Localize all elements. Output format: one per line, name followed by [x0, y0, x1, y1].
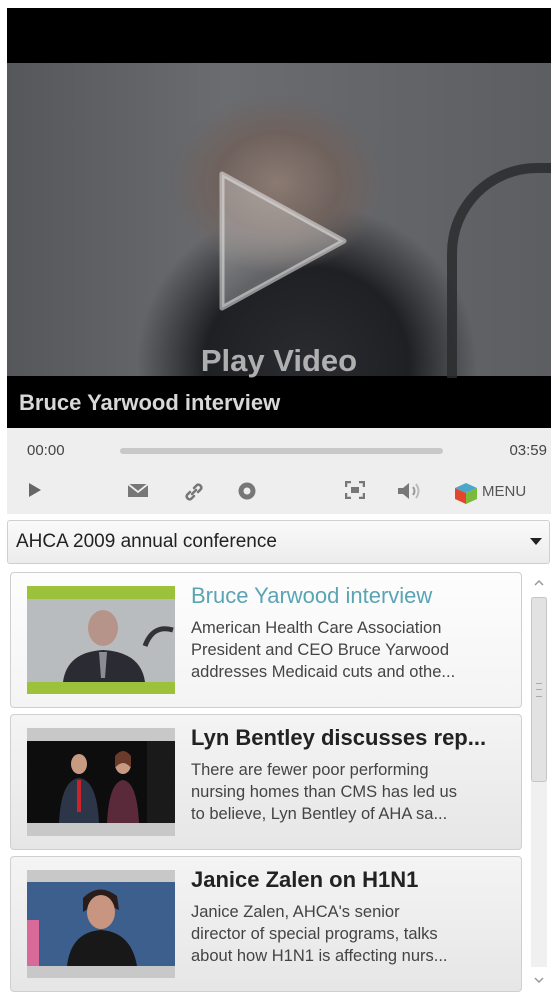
description-line: There are fewer poor performing [191, 761, 429, 779]
progress-bar[interactable] [120, 448, 443, 454]
scroll-grip-icon [536, 683, 542, 697]
description-line: addresses Medicaid cuts and othe... [191, 663, 456, 681]
description-line: Janice Zalen, AHCA's senior [191, 903, 400, 921]
video-title: Bruce Yarwood interview [7, 378, 551, 428]
menu-button[interactable] [453, 481, 479, 505]
thumbnail-image [27, 870, 175, 978]
description-line: nursing homes than CMS has led us [191, 783, 457, 801]
scroll-down-icon[interactable] [534, 977, 544, 983]
playlist-selected-label: AHCA 2009 annual conference [16, 531, 277, 552]
list-item[interactable]: Janice Zalen on H1N1 Janice Zalen, AHCA'… [10, 856, 522, 992]
chevron-down-icon [530, 538, 542, 545]
volume-icon [398, 483, 420, 499]
total-time: 03:59 [509, 442, 547, 459]
thumbnail-image [27, 586, 175, 694]
video-player[interactable]: Play Video Bruce Yarwood interview [7, 8, 551, 428]
video-frame[interactable]: Play Video [7, 63, 551, 403]
menu-cube-icon [455, 483, 477, 504]
play-icon [29, 483, 41, 497]
list-scrollbar[interactable] [527, 572, 549, 992]
video-thumbnail[interactable] [27, 870, 175, 978]
fullscreen-icon [345, 481, 365, 499]
link-button[interactable] [183, 481, 205, 503]
list-item-title[interactable]: Janice Zalen on H1N1 [191, 867, 511, 893]
scroll-up-icon[interactable] [534, 580, 544, 586]
list-item-title[interactable]: Bruce Yarwood interview [191, 583, 511, 609]
menu-label[interactable]: MENU [482, 483, 526, 500]
description-line: director of special programs, talks [191, 925, 438, 943]
scroll-thumb[interactable] [531, 597, 547, 782]
list-item-description: Janice Zalen, AHCA's senior director of … [191, 901, 511, 967]
fullscreen-button[interactable] [345, 481, 365, 499]
video-list: Bruce Yarwood interview American Health … [10, 572, 522, 992]
volume-button[interactable] [397, 481, 423, 501]
list-item-description: American Health Care Association Preside… [191, 617, 511, 683]
video-thumbnail[interactable] [27, 586, 175, 694]
list-item[interactable]: Bruce Yarwood interview American Health … [10, 572, 522, 708]
play-video-icon[interactable] [212, 166, 352, 316]
description-line: about how H1N1 is affecting nurs... [191, 947, 448, 965]
play-button[interactable] [27, 481, 43, 499]
video-thumbnail[interactable] [27, 728, 175, 836]
thumbnail-image [27, 728, 175, 836]
list-item-description: There are fewer poor performing nursing … [191, 759, 511, 825]
link-icon [185, 483, 203, 501]
description-line: American Health Care Association [191, 619, 442, 637]
list-item-title[interactable]: Lyn Bentley discusses rep... [191, 725, 511, 751]
description-line: President and CEO Bruce Yarwood [191, 641, 450, 659]
list-item[interactable]: Lyn Bentley discusses rep... There are f… [10, 714, 522, 850]
play-video-label[interactable]: Play Video [7, 343, 551, 379]
eye-icon [238, 482, 256, 500]
description-line: to believe, Lyn Bentley of AHA sa... [191, 805, 448, 823]
email-button[interactable] [127, 481, 149, 499]
embed-button[interactable] [237, 481, 257, 501]
envelope-icon [127, 483, 149, 497]
current-time: 00:00 [27, 442, 65, 459]
player-controls: 00:00 03:59 MENU [7, 428, 551, 514]
playlist-select[interactable]: AHCA 2009 annual conference [7, 520, 550, 564]
